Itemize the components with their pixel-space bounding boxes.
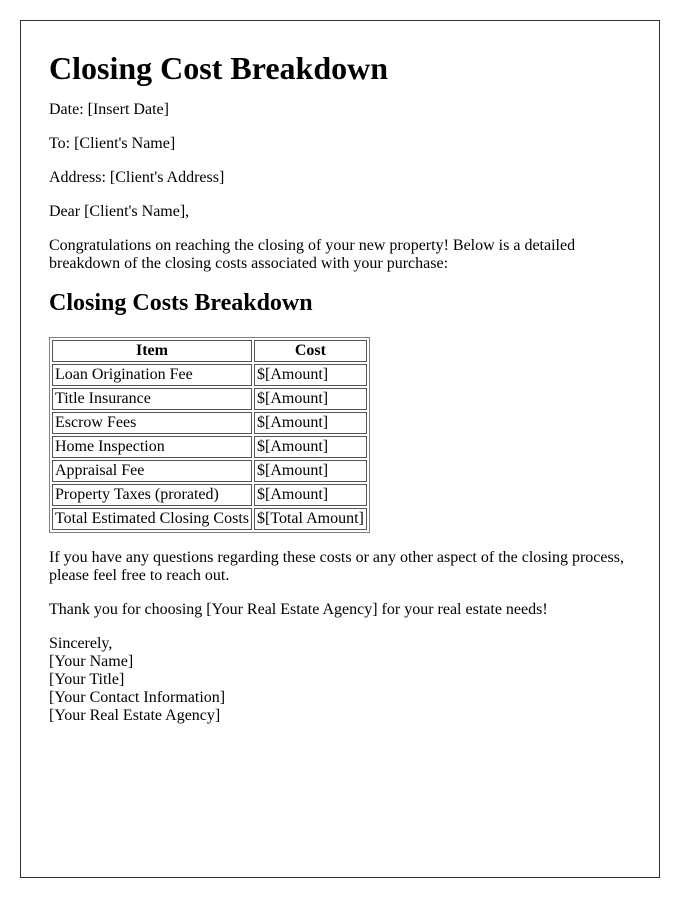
cost-cell: $[Amount]: [254, 388, 367, 410]
recipient-line: To: [Client's Name]: [49, 135, 176, 152]
header-cost: Cost: [254, 340, 367, 362]
item-cell: Property Taxes (prorated): [52, 484, 252, 506]
date-line: Date: [Insert Date]: [49, 101, 169, 118]
item-cell: Escrow Fees: [52, 412, 252, 434]
cost-cell: $[Amount]: [254, 460, 367, 482]
total-cost-cell: $[Total Amount]: [254, 508, 367, 530]
intro-paragraph: Congratulations on reaching the closing …: [49, 237, 576, 272]
table-row: Appraisal Fee $[Amount]: [52, 460, 367, 482]
item-cell: Loan Origination Fee: [52, 364, 252, 386]
section-title: Closing Costs Breakdown: [49, 290, 313, 316]
signature-block: Sincerely, [Your Name] [Your Title] [You…: [49, 635, 631, 725]
table-row: Escrow Fees $[Amount]: [52, 412, 367, 434]
page-title: Closing Cost Breakdown: [49, 50, 389, 86]
table-row: Title Insurance $[Amount]: [52, 388, 367, 410]
header-item: Item: [52, 340, 252, 362]
table-row: Home Inspection $[Amount]: [52, 436, 367, 458]
cost-cell: $[Amount]: [254, 484, 367, 506]
cost-cell: $[Amount]: [254, 364, 367, 386]
cost-cell: $[Amount]: [254, 412, 367, 434]
letter-page: Closing Cost Breakdown Date: [Insert Dat…: [20, 20, 660, 878]
item-cell: Title Insurance: [52, 388, 252, 410]
table-row: Loan Origination Fee $[Amount]: [52, 364, 367, 386]
signature-title: [Your Title]: [49, 671, 125, 688]
closing-costs-table: Item Cost Loan Origination Fee $[Amount]…: [49, 337, 370, 533]
questions-paragraph: If you have any questions regarding thes…: [49, 549, 624, 584]
thanks-paragraph: Thank you for choosing [Your Real Estate…: [49, 601, 548, 618]
table-row: Property Taxes (prorated) $[Amount]: [52, 484, 367, 506]
signature-contact: [Your Contact Information]: [49, 689, 226, 706]
item-cell: Home Inspection: [52, 436, 252, 458]
table-header-row: Item Cost: [52, 340, 367, 362]
total-label-cell: Total Estimated Closing Costs: [52, 508, 252, 530]
address-line: Address: [Client's Address]: [49, 169, 225, 186]
item-cell: Appraisal Fee: [52, 460, 252, 482]
table-total-row: Total Estimated Closing Costs $[Total Am…: [52, 508, 367, 530]
signature-agency: [Your Real Estate Agency]: [49, 707, 221, 724]
salutation: Dear [Client's Name],: [49, 203, 190, 220]
cost-cell: $[Amount]: [254, 436, 367, 458]
closing-line: Sincerely,: [49, 635, 113, 652]
signature-name: [Your Name]: [49, 653, 134, 670]
